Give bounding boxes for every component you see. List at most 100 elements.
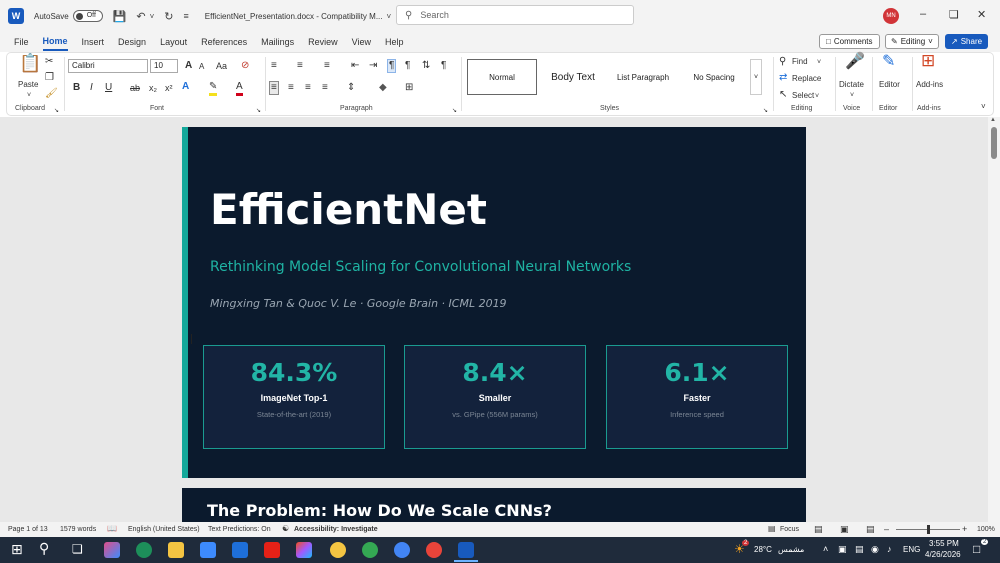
text-predictions[interactable]: Text Predictions: On bbox=[208, 526, 271, 533]
align-center-icon[interactable]: ≡ bbox=[288, 82, 294, 94]
focus-button[interactable]: Focus bbox=[780, 526, 799, 533]
highlight-icon[interactable]: ✎ bbox=[209, 81, 218, 96]
share-button[interactable]: ↗ Share bbox=[945, 34, 989, 49]
bold-icon[interactable]: B bbox=[73, 82, 80, 94]
dictate-dropdown-icon[interactable]: ˅ bbox=[850, 90, 854, 102]
title-dropdown-icon[interactable]: ˅ bbox=[387, 12, 392, 21]
close-icon[interactable]: ✕ bbox=[977, 8, 986, 21]
sort-icon[interactable]: ⇅ bbox=[422, 60, 430, 72]
shrink-font-icon[interactable]: A bbox=[199, 61, 204, 73]
addins-label[interactable]: Add-ins bbox=[916, 80, 943, 89]
style-no-spacing[interactable]: No Spacing bbox=[681, 59, 747, 95]
file-explorer-icon[interactable] bbox=[168, 542, 184, 558]
show-formatting-icon[interactable]: ¶ bbox=[441, 60, 446, 72]
task-view-icon[interactable]: ❏ bbox=[72, 542, 83, 556]
multilevel-list-icon[interactable]: ≡ bbox=[324, 60, 330, 72]
redo-icon[interactable]: ↻ bbox=[164, 10, 173, 23]
dictate-label[interactable]: Dictate bbox=[839, 80, 864, 89]
align-left-icon[interactable]: ≡ bbox=[269, 81, 279, 95]
editor-icon[interactable]: ✎ bbox=[882, 54, 895, 70]
addins-icon[interactable]: ⊞ bbox=[921, 52, 935, 69]
wifi-icon[interactable]: ◉ bbox=[871, 544, 879, 555]
comments-button[interactable]: □ Comments bbox=[819, 34, 880, 49]
select-label[interactable]: Select bbox=[792, 91, 814, 100]
tab-home[interactable]: Home bbox=[42, 33, 68, 51]
style-body-text[interactable]: Body Text bbox=[541, 59, 605, 95]
subscript-icon[interactable]: x₂ bbox=[149, 82, 157, 94]
show-hidden-icons[interactable]: ˄ bbox=[823, 544, 828, 554]
scrollbar-thumb[interactable] bbox=[991, 127, 997, 159]
tray-app-icon[interactable]: ▣ bbox=[838, 544, 847, 555]
youtube-icon[interactable] bbox=[264, 542, 280, 558]
align-right-icon[interactable]: ≡ bbox=[305, 82, 311, 94]
tab-help[interactable]: Help bbox=[385, 34, 404, 50]
rtl-icon[interactable]: ¶ bbox=[405, 60, 410, 72]
search-box[interactable]: ⚲ Search bbox=[396, 5, 634, 25]
user-avatar[interactable]: MN bbox=[883, 8, 899, 24]
styles-more-icon[interactable]: ˅ bbox=[750, 59, 762, 95]
tab-review[interactable]: Review bbox=[308, 34, 338, 50]
tab-insert[interactable]: Insert bbox=[82, 34, 105, 50]
clear-formatting-icon[interactable]: ⊘ bbox=[241, 60, 249, 72]
font-size-field[interactable]: 10 bbox=[150, 59, 178, 73]
zoom-slider-thumb[interactable] bbox=[927, 525, 930, 534]
opera-icon[interactable] bbox=[426, 542, 442, 558]
select-dropdown-icon[interactable]: ˅ bbox=[815, 91, 819, 103]
vertical-scrollbar[interactable]: ▲ bbox=[988, 117, 1000, 522]
document-title[interactable]: EfficientNet_Presentation.docx - Compati… bbox=[205, 12, 383, 21]
web-layout-icon[interactable]: ▤ bbox=[866, 524, 875, 535]
customize-toolbar-icon[interactable]: ≡ bbox=[184, 11, 189, 21]
style-normal[interactable]: Normal bbox=[467, 59, 537, 95]
start-icon[interactable]: ⊞ bbox=[11, 541, 23, 558]
paste-dropdown-icon[interactable]: ˅ bbox=[27, 90, 31, 102]
restore-icon[interactable]: ❏ bbox=[949, 8, 959, 21]
increase-indent-icon[interactable]: ⇥ bbox=[369, 60, 377, 72]
decrease-indent-icon[interactable]: ⇤ bbox=[351, 60, 359, 72]
chrome-profile-icon[interactable] bbox=[394, 542, 410, 558]
clipboard-launcher-icon[interactable]: ↘ bbox=[54, 105, 59, 117]
ltr-icon[interactable]: ¶ bbox=[387, 59, 397, 73]
undo-dropdown-icon[interactable]: ˅ bbox=[150, 12, 155, 21]
font-launcher-icon[interactable]: ↘ bbox=[256, 105, 261, 117]
line-spacing-icon[interactable]: ⇕ bbox=[347, 82, 355, 94]
chrome-icon[interactable] bbox=[362, 542, 378, 558]
zoom-in-icon[interactable]: + bbox=[962, 524, 967, 534]
weather-condition[interactable]: مشمس bbox=[778, 545, 804, 554]
notifications-icon[interactable]: □ bbox=[973, 542, 980, 556]
borders-icon[interactable]: ⊞ bbox=[405, 82, 413, 94]
word-taskbar-icon[interactable] bbox=[458, 542, 474, 558]
input-language[interactable]: ENG bbox=[903, 545, 920, 554]
collapse-ribbon-icon[interactable]: ˅ bbox=[981, 101, 986, 113]
document-canvas[interactable]: EfficientNet Rethinking Model Scaling fo… bbox=[0, 117, 988, 522]
proofing-icon[interactable]: 📖 bbox=[107, 524, 117, 533]
page-count[interactable]: Page 1 of 13 bbox=[8, 526, 48, 533]
underline-icon[interactable]: U bbox=[105, 82, 112, 94]
print-layout-icon[interactable]: ▣ bbox=[840, 524, 849, 535]
styles-launcher-icon[interactable]: ↘ bbox=[763, 105, 768, 117]
undo-icon[interactable]: ↶ bbox=[136, 10, 145, 23]
autosave-toggle[interactable]: Off bbox=[72, 10, 103, 22]
accessibility-status[interactable]: Accessibility: Investigate bbox=[294, 526, 378, 533]
tab-mailings[interactable]: Mailings bbox=[261, 34, 294, 50]
grow-font-icon[interactable]: A bbox=[185, 60, 192, 72]
italic-icon[interactable]: I bbox=[90, 82, 93, 94]
zoom-out-icon[interactable]: – bbox=[884, 524, 889, 534]
select-icon[interactable]: ↖ bbox=[779, 89, 787, 101]
edge-icon[interactable] bbox=[136, 542, 152, 558]
taskbar-search-icon[interactable]: ⚲ bbox=[39, 540, 49, 557]
volume-icon[interactable]: ♪ bbox=[887, 544, 892, 554]
bullets-icon[interactable]: ≡ bbox=[271, 60, 277, 72]
store-icon[interactable] bbox=[200, 542, 216, 558]
numbering-icon[interactable]: ≡ bbox=[297, 60, 303, 72]
read-mode-icon[interactable]: ▤ bbox=[814, 524, 823, 535]
style-list-paragraph[interactable]: List Paragraph bbox=[607, 59, 679, 95]
paragraph-launcher-icon[interactable]: ↘ bbox=[452, 105, 457, 117]
weather-temp[interactable]: 28°C bbox=[754, 545, 772, 554]
format-painter-icon[interactable]: 🖌 bbox=[45, 88, 58, 100]
superscript-icon[interactable]: x² bbox=[165, 82, 173, 94]
change-case-icon[interactable]: Aa bbox=[216, 60, 227, 72]
tab-references[interactable]: References bbox=[201, 34, 247, 50]
cut-icon[interactable]: ✂ bbox=[45, 56, 53, 68]
save-icon[interactable]: 💾 bbox=[113, 10, 127, 23]
copy-icon[interactable]: ❐ bbox=[45, 72, 54, 84]
